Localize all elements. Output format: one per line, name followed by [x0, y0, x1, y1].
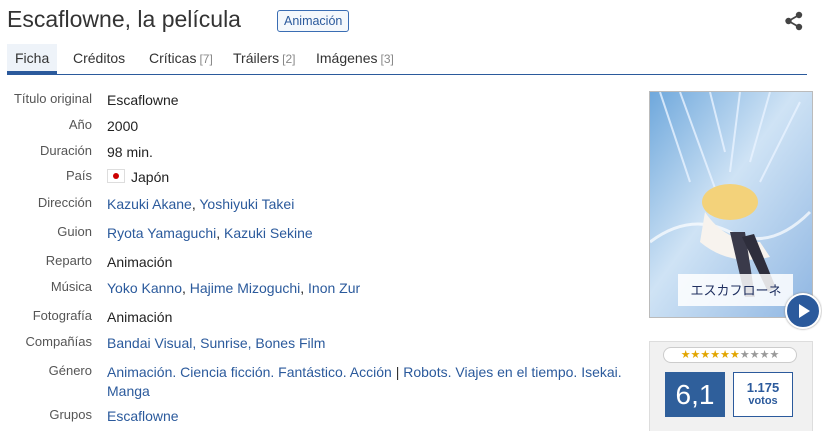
genre-separator: |	[395, 364, 400, 380]
filled-stars-icon: ★★★★★★	[680, 349, 740, 361]
tab-bar: Ficha Créditos Críticas [7] Tráilers [2] I…	[7, 44, 807, 75]
row-label: Fotografía	[32, 308, 92, 323]
row-label: Música	[50, 279, 92, 294]
share-icon[interactable]	[784, 11, 804, 31]
genre-link[interactable]: Animación. Ciencia ficción. Fantástico. …	[107, 364, 392, 380]
country-value: Japón	[131, 169, 170, 185]
tab-imagenes[interactable]: Imágenes [3]	[316, 44, 394, 74]
row-label: Grupos	[49, 407, 92, 422]
movie-poster[interactable]: エスカフローネ	[649, 91, 813, 318]
cast-value: Animación	[107, 254, 173, 270]
japan-flag-icon	[107, 169, 125, 183]
page-title: Escaflowne, la película	[7, 6, 241, 32]
duration-value: 98 min.	[107, 144, 153, 160]
tab-criticas[interactable]: Críticas [7]	[149, 44, 213, 74]
tab-ficha[interactable]: Ficha	[7, 44, 58, 74]
row-label: Compañías	[25, 334, 92, 349]
photography-value: Animación	[107, 309, 173, 325]
year-value: 2000	[107, 118, 139, 134]
genre-badge[interactable]: Animación	[277, 10, 350, 32]
person-link[interactable]: Yoko Kanno	[107, 280, 182, 296]
tab-label: Ficha	[15, 50, 50, 66]
row-label: Género	[48, 363, 92, 378]
row-label: País	[65, 168, 92, 183]
row-label: Dirección	[37, 195, 92, 210]
star-rating: ★★★★★★★★★★	[663, 347, 797, 363]
group-link[interactable]: Escaflowne	[107, 407, 627, 426]
votes-label: votos	[748, 395, 778, 407]
tab-count: [3]	[380, 52, 394, 66]
row-label: Duración	[39, 143, 92, 158]
tab-count: [7]	[199, 52, 213, 66]
row-label: Reparto	[45, 253, 92, 268]
row-label: Año	[68, 117, 92, 132]
original-title-value: Escaflowne	[107, 92, 179, 108]
tab-creditos[interactable]: Créditos	[73, 44, 125, 74]
votes-count: 1.175	[746, 380, 780, 395]
tab-count: [2]	[282, 52, 296, 66]
person-link[interactable]: Inon Zur	[308, 280, 360, 296]
empty-stars-icon: ★★★★	[739, 349, 780, 361]
person-link[interactable]: Kazuki Akane	[107, 196, 192, 212]
person-link[interactable]: Ryota Yamaguchi	[107, 225, 216, 241]
tab-trailers[interactable]: Tráilers [2]	[233, 44, 296, 74]
row-label: Guion	[57, 224, 92, 239]
person-link[interactable]: Kazuki Sekine	[224, 225, 313, 241]
movie-page: Escaflowne, la película Animación Ficha …	[0, 0, 822, 431]
average-score: 6,1	[665, 372, 725, 417]
person-link[interactable]: Yoshiyuki Takei	[199, 196, 294, 212]
play-trailer-button[interactable]	[785, 293, 821, 329]
tab-label: Créditos	[73, 50, 126, 66]
votes-box[interactable]: 1.175 votos	[733, 372, 793, 417]
companies-link[interactable]: Bandai Visual, Sunrise, Bones Film	[107, 334, 627, 353]
tab-label: Críticas	[149, 50, 197, 66]
tab-label: Tráilers	[233, 50, 280, 66]
row-label: Título original	[13, 91, 92, 106]
person-link[interactable]: Hajime Mizoguchi	[190, 280, 300, 296]
tab-label: Imágenes	[316, 50, 378, 66]
poster-caption: エスカフローネ	[690, 284, 781, 299]
